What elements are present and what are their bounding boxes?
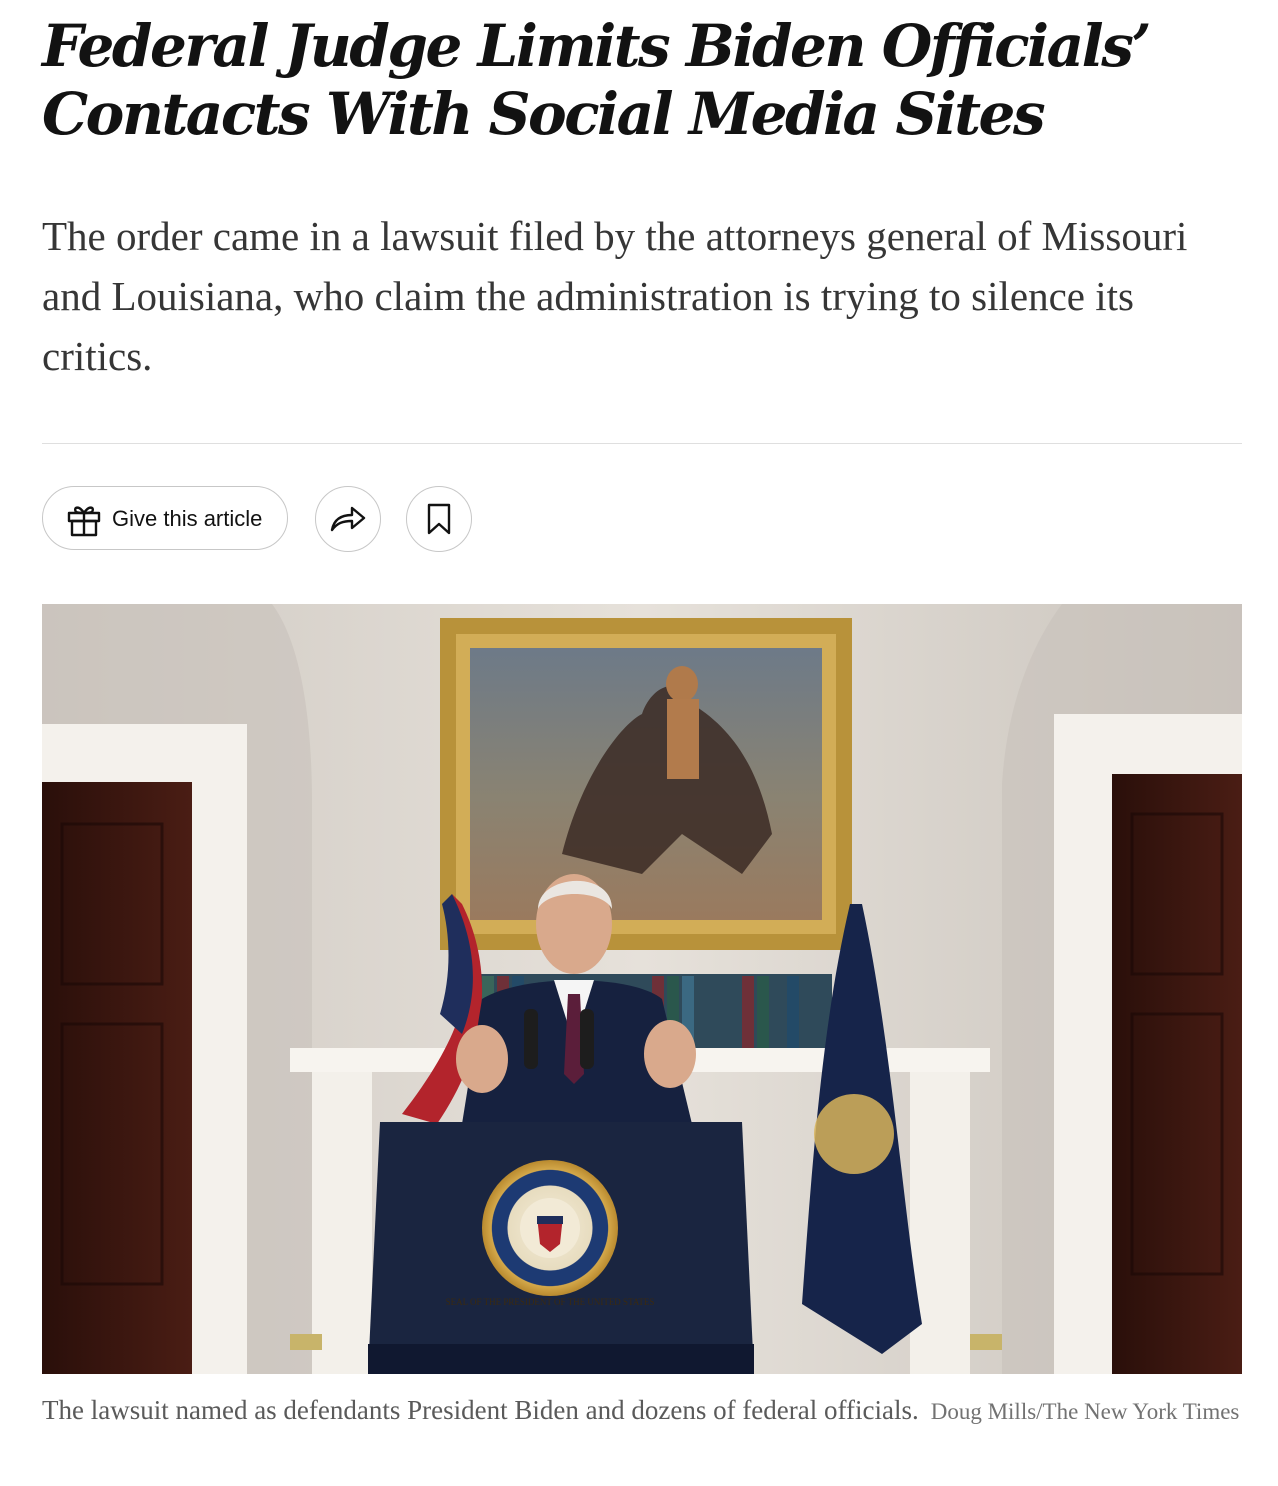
photo-credit: Doug Mills/The New York Times xyxy=(930,1399,1240,1424)
bookmark-icon xyxy=(427,503,451,535)
give-article-button[interactable]: Give this article xyxy=(42,486,288,550)
share-tools: Give this article xyxy=(42,486,542,554)
caption-text: The lawsuit named as defendants Presiden… xyxy=(42,1395,919,1425)
divider xyxy=(42,443,1242,444)
seal-text: SEAL OF THE PRESIDENT OF THE UNITED STAT… xyxy=(446,1297,655,1307)
save-button[interactable] xyxy=(406,486,472,552)
gift-icon xyxy=(65,501,103,539)
share-arrow-icon xyxy=(330,506,366,532)
photo-caption: The lawsuit named as defendants Presiden… xyxy=(42,1392,1242,1433)
lead-photo: SEAL OF THE PRESIDENT OF THE UNITED STAT… xyxy=(42,604,1242,1374)
article-summary: The order came in a lawsuit filed by the… xyxy=(42,213,1188,379)
give-article-label: Give this article xyxy=(112,506,263,531)
headline: Federal Judge Limits Biden Officials’ Co… xyxy=(42,12,1152,148)
share-button[interactable] xyxy=(315,486,381,552)
